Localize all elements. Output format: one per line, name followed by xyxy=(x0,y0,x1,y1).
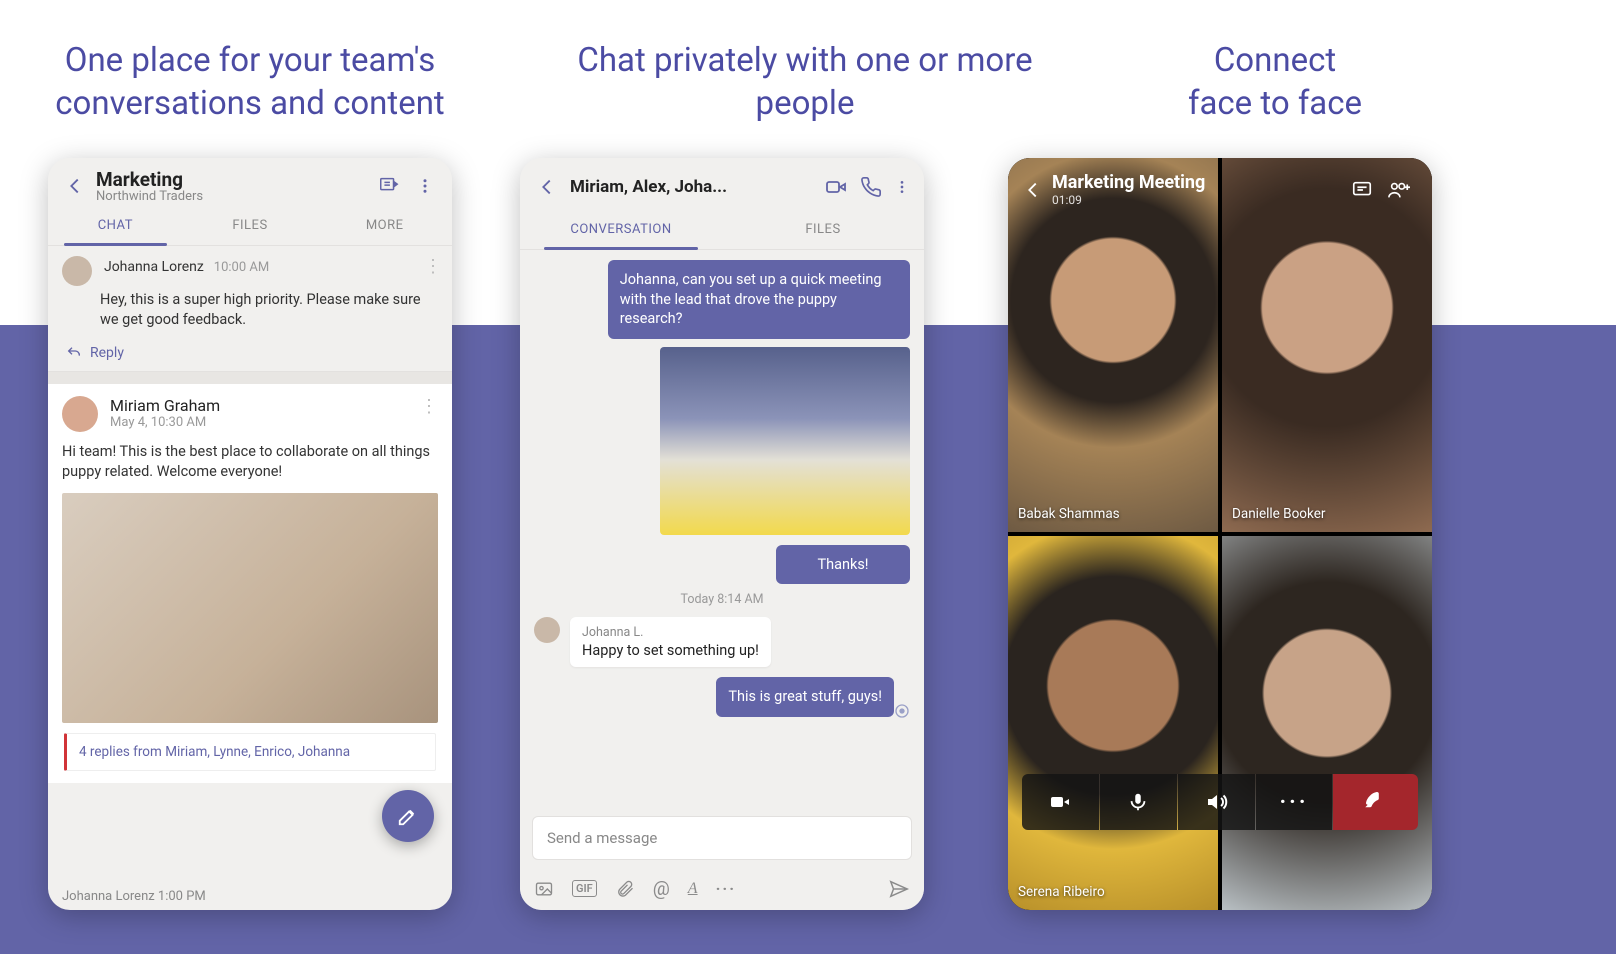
meeting-elapsed: 01:09 xyxy=(1052,193,1344,207)
post-card[interactable]: Miriam Graham May 4, 10:30 AM ⋮ Hi team!… xyxy=(48,384,452,783)
outgoing-message[interactable]: Johanna, can you set up a quick meeting … xyxy=(608,260,910,339)
message-more-icon[interactable]: ⋮ xyxy=(420,396,438,417)
message-item[interactable]: Johanna Lorenz 10:00 AM ⋮ Hey, this is a… xyxy=(48,246,452,335)
outgoing-image[interactable] xyxy=(660,347,910,535)
message-time: 10:00 AM xyxy=(214,260,269,275)
outgoing-message[interactable]: This is great stuff, guys! xyxy=(716,677,894,717)
image-icon[interactable] xyxy=(534,879,554,899)
phone-private-chat: Miriam, Alex, Joha... CONVERSATION FILES… xyxy=(520,158,924,910)
channel-title: Marketing xyxy=(96,168,370,191)
chat-title: Miriam, Alex, Joha... xyxy=(564,177,818,197)
phone-video-call: Babak Shammas Danielle Booker Serena Rib… xyxy=(1008,158,1432,910)
attach-icon[interactable] xyxy=(615,879,635,899)
sender-name: Johanna Lorenz xyxy=(104,259,204,275)
participant-name: Serena Ribeiro xyxy=(1018,884,1105,900)
tab-conversation[interactable]: CONVERSATION xyxy=(520,212,722,249)
message-body: Hi team! This is the best place to colla… xyxy=(62,442,438,481)
tab-files[interactable]: FILES xyxy=(183,208,318,245)
add-participant-icon[interactable] xyxy=(1380,179,1418,201)
caption-1: One place for your team's conversations … xyxy=(10,40,490,126)
sender-name: Miriam Graham xyxy=(110,396,220,415)
compose-fab[interactable] xyxy=(382,790,434,842)
end-call-button[interactable] xyxy=(1333,774,1418,830)
toggle-video-button[interactable] xyxy=(1022,774,1099,830)
more-tools-icon[interactable]: ··· xyxy=(716,879,736,898)
audio-call-icon[interactable] xyxy=(854,176,888,198)
toggle-speaker-button[interactable] xyxy=(1178,774,1255,830)
outgoing-message[interactable]: Thanks! xyxy=(776,545,910,585)
caption-2: Chat privately with one or more people xyxy=(570,40,1040,126)
back-icon[interactable] xyxy=(1022,179,1044,201)
truncated-row: Johanna Lorenz 1:00 PM xyxy=(62,889,252,904)
caption-3: Connect face to face xyxy=(1040,40,1510,126)
reply-button[interactable]: Reply xyxy=(48,335,452,372)
reply-label: Reply xyxy=(90,345,124,361)
avatar xyxy=(62,396,98,432)
tab-more[interactable]: MORE xyxy=(317,208,452,245)
phone-teams-channel: Marketing Northwind Traders CHAT FILES M… xyxy=(48,158,452,910)
incoming-message[interactable]: Johanna L. Happy to set something up! xyxy=(534,617,910,667)
message-body: Happy to set something up! xyxy=(582,642,759,659)
mention-icon[interactable]: @ xyxy=(653,877,670,900)
day-separator: Today 8:14 AM xyxy=(534,592,910,607)
message-input[interactable]: Send a message xyxy=(532,816,912,860)
chat-icon[interactable] xyxy=(1344,179,1380,201)
back-icon[interactable] xyxy=(58,171,92,201)
back-icon[interactable] xyxy=(530,172,564,202)
more-icon[interactable] xyxy=(408,171,442,201)
avatar xyxy=(534,617,560,643)
tab-files[interactable]: FILES xyxy=(722,212,924,249)
toggle-mic-button[interactable] xyxy=(1100,774,1177,830)
avatar xyxy=(62,256,92,286)
call-more-button[interactable]: ··· xyxy=(1256,774,1333,830)
participant-name: Danielle Booker xyxy=(1232,506,1325,522)
video-call-icon[interactable] xyxy=(818,175,854,199)
message-time: May 4, 10:30 AM xyxy=(110,415,220,430)
team-name: Northwind Traders xyxy=(96,189,370,204)
sender-name: Johanna L. xyxy=(582,625,759,640)
gif-icon[interactable]: GIF xyxy=(572,880,597,897)
message-more-icon[interactable]: ⋮ xyxy=(424,256,442,277)
read-receipt-icon xyxy=(894,703,910,719)
message-body: Hey, this is a super high priority. Plea… xyxy=(100,290,438,329)
participant-name: Babak Shammas xyxy=(1018,506,1120,522)
format-icon[interactable]: A xyxy=(688,880,698,898)
channel-dock-icon[interactable] xyxy=(370,171,408,201)
replies-summary[interactable]: 4 replies from Miriam, Lynne, Enrico, Jo… xyxy=(64,733,436,771)
attached-image[interactable] xyxy=(62,493,438,723)
call-controls: ··· xyxy=(1022,774,1418,830)
meeting-title: Marketing Meeting xyxy=(1052,172,1344,193)
tab-chat[interactable]: CHAT xyxy=(48,208,183,245)
more-icon[interactable] xyxy=(888,176,916,198)
send-icon[interactable] xyxy=(888,878,910,900)
